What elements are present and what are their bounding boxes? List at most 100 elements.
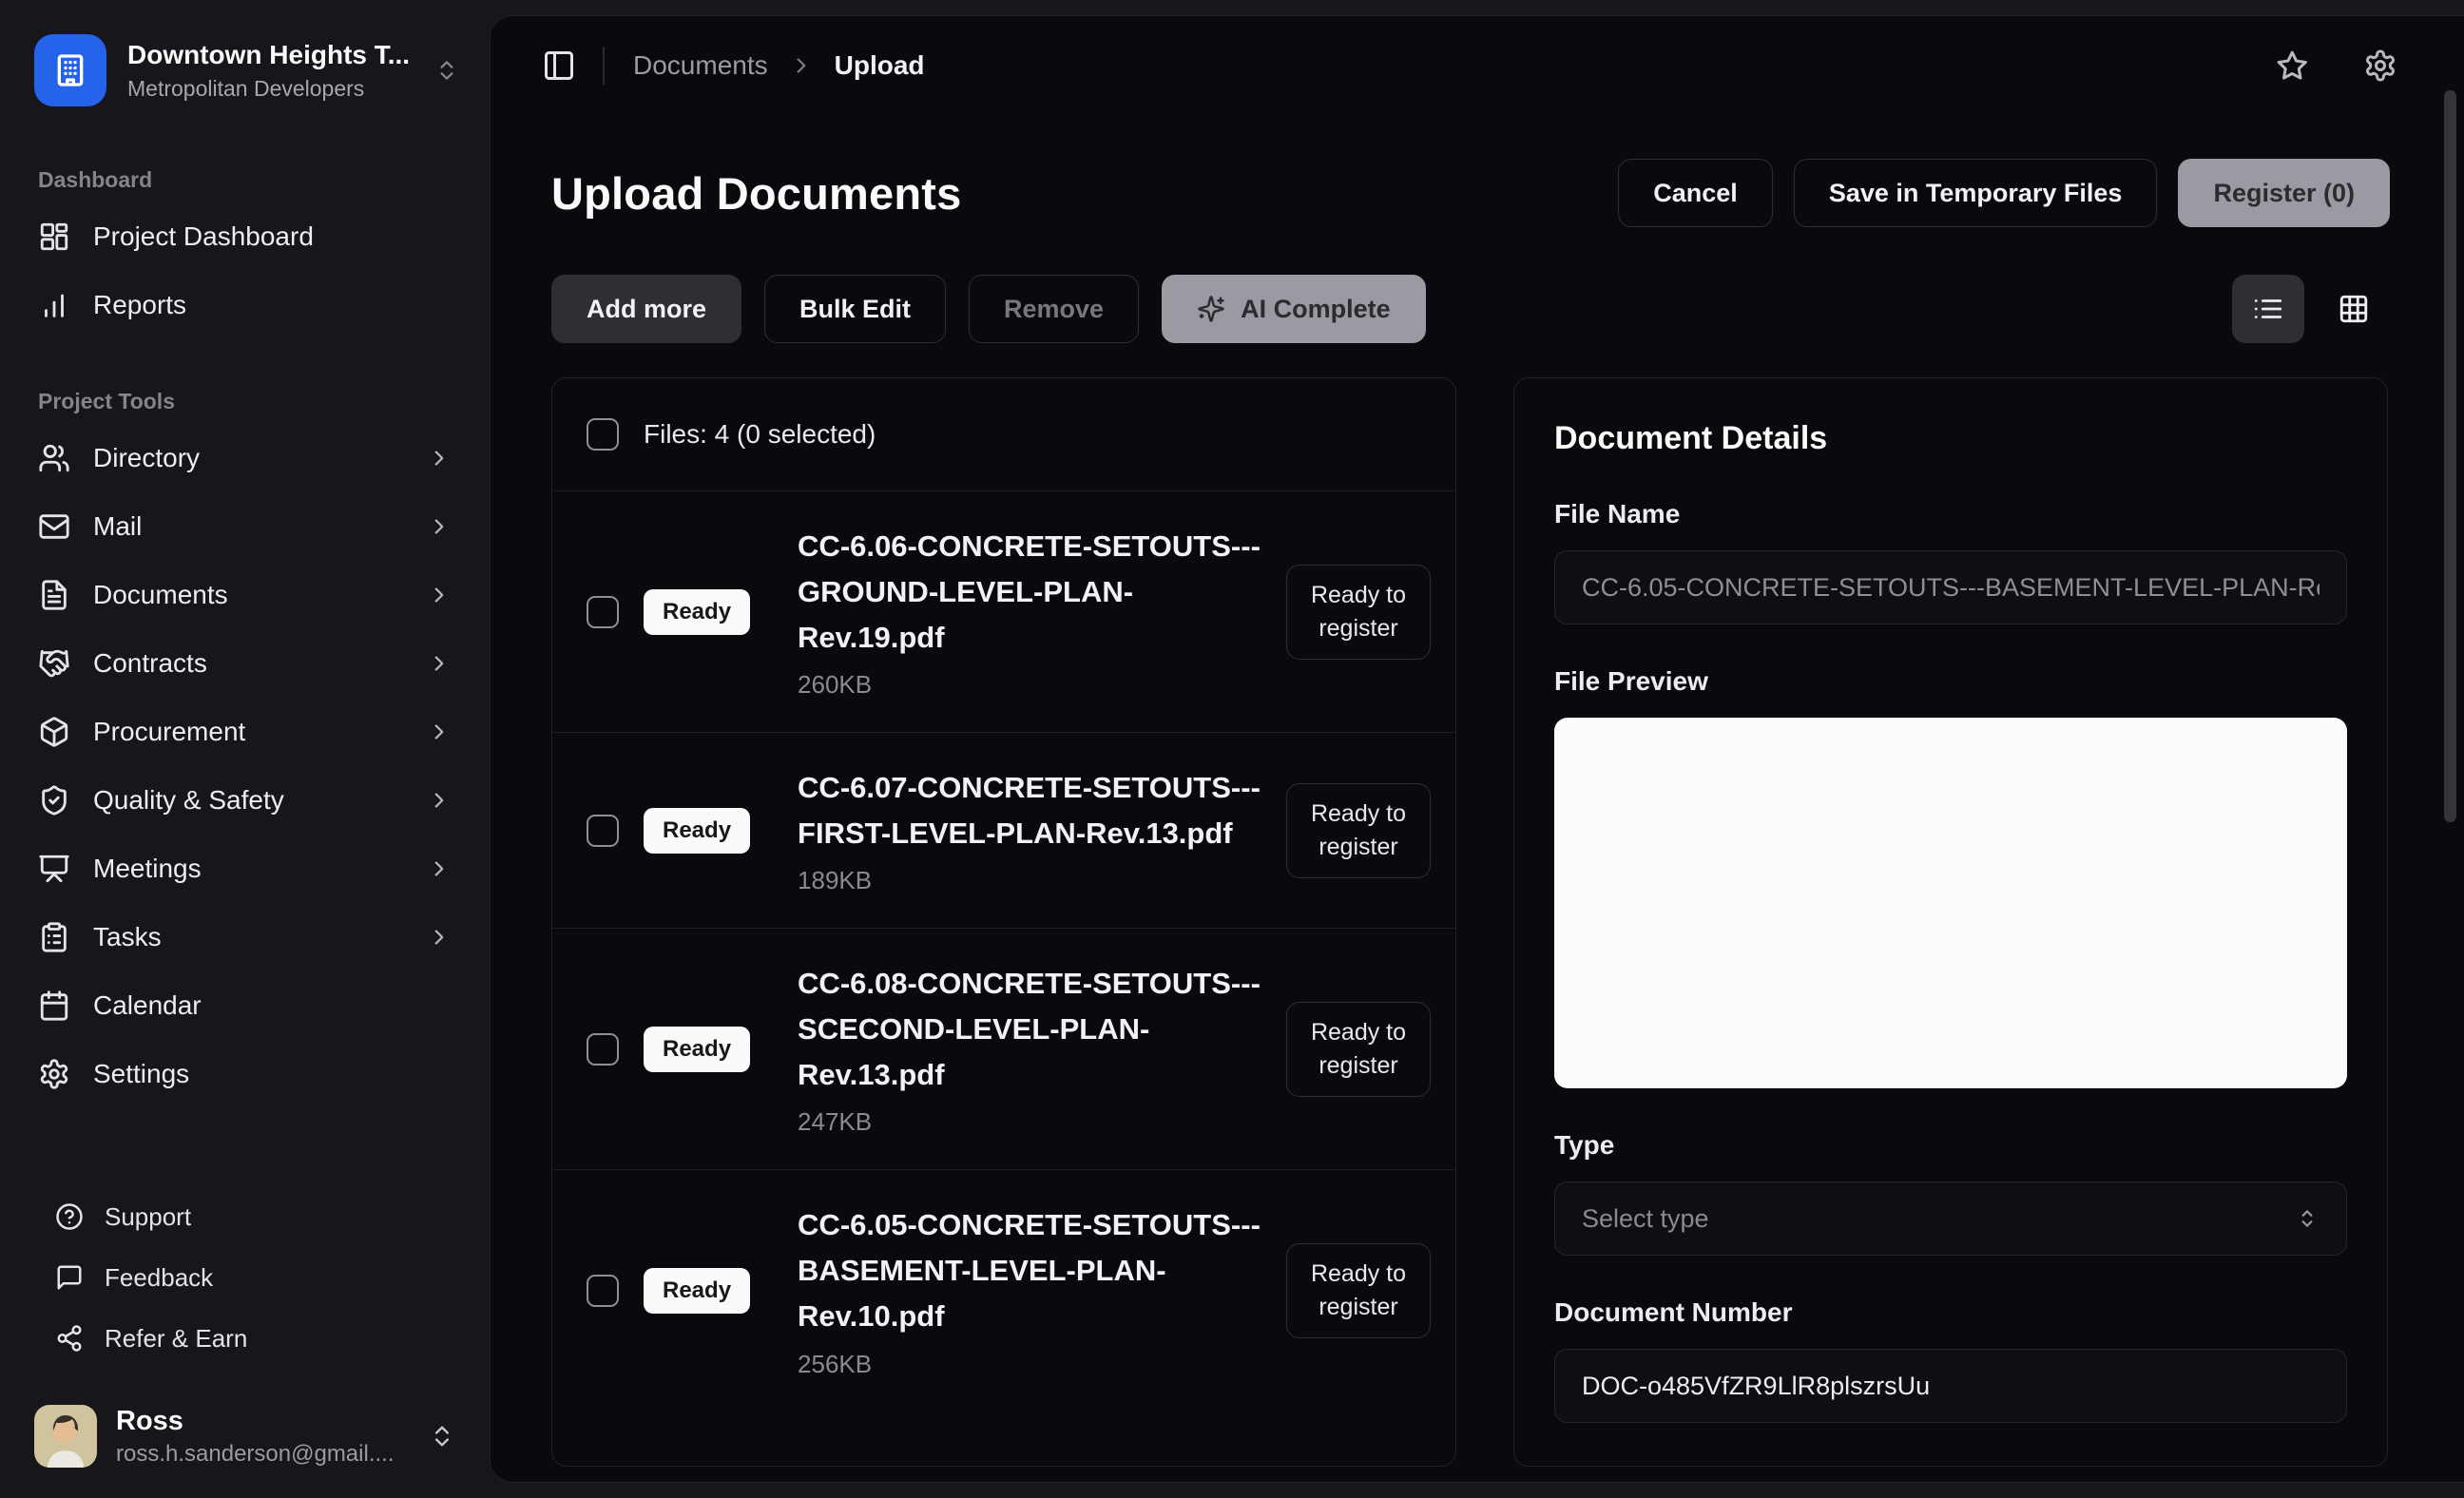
file-preview-label: File Preview	[1554, 666, 2347, 697]
sidebar-item-settings[interactable]: Settings	[29, 1040, 465, 1108]
type-select[interactable]: Select type	[1554, 1181, 2347, 1256]
chevron-right-icon	[427, 720, 452, 744]
sidebar-item-label: Refer & Earn	[105, 1324, 247, 1354]
shield-check-icon	[38, 784, 70, 816]
presentation-icon	[38, 853, 70, 885]
avatar-image	[34, 1405, 97, 1468]
chevron-right-icon	[427, 583, 452, 607]
status-badge: Ready	[644, 1027, 750, 1072]
document-number-input[interactable]	[1582, 1372, 2320, 1401]
sidebar-item-label: Calendar	[93, 990, 452, 1021]
file-row[interactable]: Ready CC-6.07-CONCRETE-SETOUTS---FIRST-L…	[552, 733, 1455, 929]
bar-chart-icon	[38, 289, 70, 321]
file-checkbox[interactable]	[587, 1275, 619, 1307]
breadcrumb-documents[interactable]: Documents	[633, 50, 768, 81]
ready-to-register-button[interactable]: Ready to register	[1286, 1243, 1431, 1338]
sidebar-item-label: Quality & Safety	[93, 785, 404, 816]
ready-to-register-button[interactable]: Ready to register	[1286, 783, 1431, 878]
file-row[interactable]: Ready CC-6.08-CONCRETE-SETOUTS---SCECOND…	[552, 929, 1455, 1170]
sidebar-item-feedback[interactable]: Feedback	[29, 1247, 465, 1308]
sidebar-item-label: Contracts	[93, 648, 404, 679]
user-menu[interactable]: Ross ross.h.sanderson@gmail....	[29, 1397, 465, 1471]
chevrons-up-down-icon	[2295, 1206, 2320, 1231]
vertical-scrollbar[interactable]	[2444, 90, 2456, 822]
file-name: CC-6.06-CONCRETE-SETOUTS---GROUND-LEVEL-…	[798, 524, 1261, 661]
ready-to-register-button[interactable]: Ready to register	[1286, 565, 1431, 660]
sidebar-item-directory[interactable]: Directory	[29, 424, 465, 492]
file-info: CC-6.08-CONCRETE-SETOUTS---SCECOND-LEVEL…	[775, 961, 1261, 1137]
sidebar-item-mail[interactable]: Mail	[29, 492, 465, 561]
file-checkbox[interactable]	[587, 1033, 619, 1066]
section-label-dashboard: Dashboard	[38, 167, 465, 193]
register-button[interactable]: Register (0)	[2178, 159, 2390, 227]
file-toolbar: Add more Bulk Edit Remove AI Complete	[491, 227, 2464, 343]
ready-to-register-button[interactable]: Ready to register	[1286, 1002, 1431, 1097]
files-summary: Files: 4 (0 selected)	[644, 419, 876, 450]
sidebar-item-tasks[interactable]: Tasks	[29, 903, 465, 971]
status-badge: Ready	[644, 808, 750, 854]
list-view-icon	[2252, 293, 2284, 325]
sidebar-item-meetings[interactable]: Meetings	[29, 835, 465, 903]
file-size: 247KB	[798, 1107, 1261, 1137]
ai-complete-button[interactable]: AI Complete	[1162, 275, 1426, 343]
file-name-label: File Name	[1554, 499, 2347, 529]
remove-button[interactable]: Remove	[969, 275, 1139, 343]
file-name: CC-6.08-CONCRETE-SETOUTS---SCECOND-LEVEL…	[798, 961, 1261, 1098]
file-preview-box	[1554, 718, 2347, 1088]
sidebar-item-calendar[interactable]: Calendar	[29, 971, 465, 1040]
sidebar-item-procurement[interactable]: Procurement	[29, 698, 465, 766]
bulk-edit-button[interactable]: Bulk Edit	[764, 275, 946, 343]
package-icon	[38, 716, 70, 748]
page-title: Upload Documents	[551, 167, 961, 220]
breadcrumb: Documents Upload	[633, 50, 925, 81]
file-list-header: Files: 4 (0 selected)	[552, 378, 1455, 491]
file-list-panel: Files: 4 (0 selected) Ready CC-6.06-CONC…	[551, 377, 1456, 1467]
user-name: Ross	[116, 1406, 410, 1437]
sidebar-item-label: Feedback	[105, 1263, 213, 1293]
sidebar-item-reports[interactable]: Reports	[29, 271, 465, 339]
file-checkbox[interactable]	[587, 815, 619, 847]
workspace-text: Downtown Heights T... Metropolitan Devel…	[127, 40, 414, 102]
file-name: CC-6.07-CONCRETE-SETOUTS---FIRST-LEVEL-P…	[798, 765, 1261, 856]
sidebar-item-quality-safety[interactable]: Quality & Safety	[29, 766, 465, 835]
sidebar-item-support[interactable]: Support	[29, 1186, 465, 1247]
mail-icon	[38, 510, 70, 543]
chevrons-up-down-icon	[429, 1423, 455, 1450]
details-title: Document Details	[1554, 420, 2347, 457]
workspace-switcher[interactable]: Downtown Heights T... Metropolitan Devel…	[29, 29, 465, 106]
status-badge: Ready	[644, 1268, 750, 1314]
settings-button[interactable]	[2363, 48, 2397, 83]
select-all-checkbox[interactable]	[587, 418, 619, 451]
favorite-button[interactable]	[2276, 48, 2310, 83]
file-info: CC-6.05-CONCRETE-SETOUTS---BASEMENT-LEVE…	[775, 1202, 1261, 1378]
document-number-label: Document Number	[1554, 1297, 2347, 1328]
file-name: CC-6.05-CONCRETE-SETOUTS---BASEMENT-LEVE…	[798, 1202, 1261, 1339]
sidebar-item-label: Project Dashboard	[93, 221, 452, 252]
sidebar-item-label: Mail	[93, 511, 404, 542]
sidebar-item-label: Procurement	[93, 717, 404, 747]
cancel-button[interactable]: Cancel	[1618, 159, 1773, 227]
list-view-button[interactable]	[2232, 275, 2304, 343]
user-email: ross.h.sanderson@gmail....	[116, 1441, 410, 1468]
document-number-field-wrap	[1554, 1349, 2347, 1423]
layout-dashboard-icon	[38, 221, 70, 253]
file-checkbox[interactable]	[587, 596, 619, 628]
status-badge: Ready	[644, 589, 750, 635]
sparkles-icon	[1197, 295, 1225, 323]
file-row[interactable]: Ready CC-6.06-CONCRETE-SETOUTS---GROUND-…	[552, 491, 1455, 733]
sidebar-item-documents[interactable]: Documents	[29, 561, 465, 629]
sidebar-toggle-button[interactable]	[542, 48, 576, 83]
sidebar-item-project-dashboard[interactable]: Project Dashboard	[29, 202, 465, 271]
file-name-input[interactable]	[1582, 573, 2320, 603]
breadcrumb-upload: Upload	[835, 50, 925, 81]
save-temporary-button[interactable]: Save in Temporary Files	[1794, 159, 2158, 227]
chevron-right-icon	[427, 925, 452, 950]
workspace-logo	[34, 34, 106, 106]
grid-view-icon	[2338, 293, 2370, 325]
file-row[interactable]: Ready CC-6.05-CONCRETE-SETOUTS---BASEMEN…	[552, 1170, 1455, 1411]
sidebar-item-refer-earn[interactable]: Refer & Earn	[29, 1308, 465, 1369]
sidebar-item-contracts[interactable]: Contracts	[29, 629, 465, 698]
grid-view-button[interactable]	[2318, 275, 2390, 343]
handshake-icon	[38, 647, 70, 680]
add-more-button[interactable]: Add more	[551, 275, 741, 343]
